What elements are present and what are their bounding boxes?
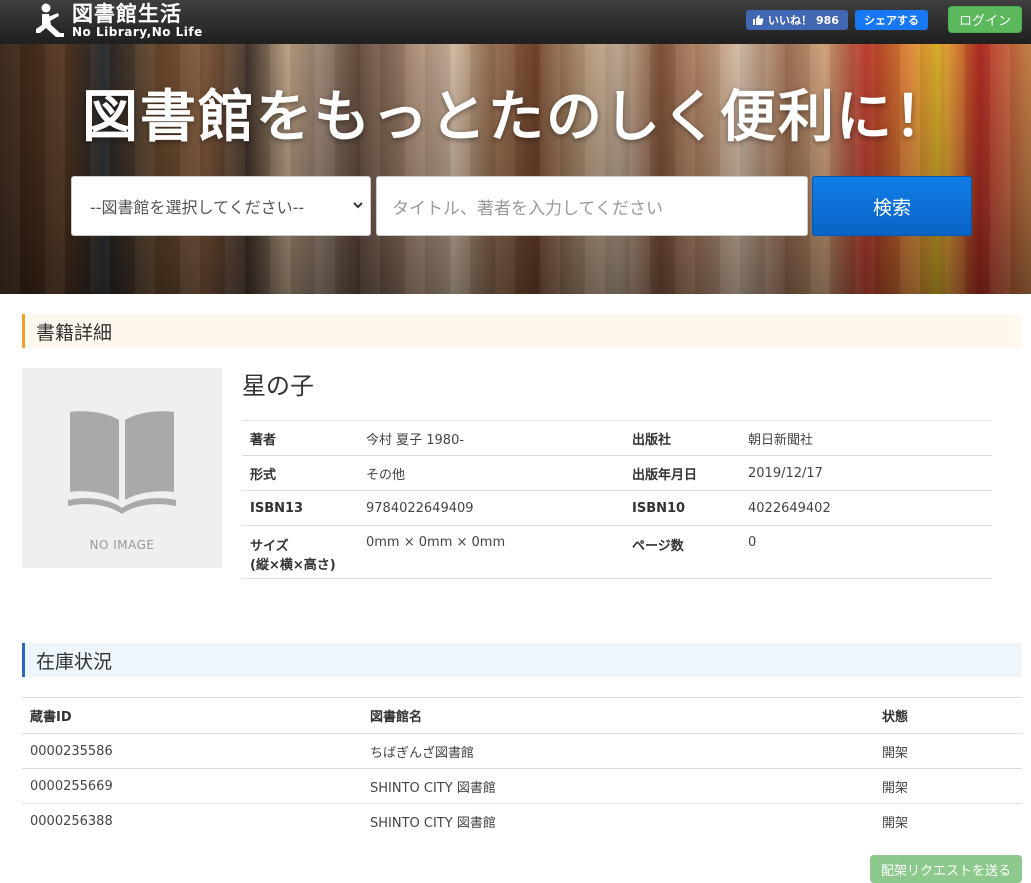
- publish-date-label: 出版年月日: [624, 455, 740, 491]
- site-title: 図書館生活: [72, 2, 182, 26]
- stock-table: 蔵書ID 図書館名 状態 0000235586 ちばぎんざ図書館 開架 0000…: [22, 697, 1022, 839]
- site-subtitle: No Library,No Life: [72, 25, 203, 39]
- isbn10-label: ISBN10: [624, 490, 740, 526]
- stock-library: SHINTO CITY 図書館: [370, 815, 496, 831]
- shelf-request-button[interactable]: 配架リクエストを送る: [870, 855, 1022, 883]
- facebook-share-button[interactable]: シェアする: [855, 10, 928, 30]
- facebook-like-button[interactable]: いいね！ 986: [746, 10, 848, 30]
- isbn13-value: 9784022649409: [358, 490, 624, 526]
- search-button[interactable]: 検索: [812, 176, 972, 236]
- column-header-status: 状態: [874, 697, 1022, 734]
- format-value: その他: [358, 455, 624, 491]
- size-value: 0mm × 0mm × 0mm: [358, 525, 624, 579]
- book-detail-table: 著者 今村 夏子 1980- 出版社 朝日新聞社 形式 その他 出版年月日 20…: [242, 420, 992, 579]
- site-logo[interactable]: 図書館生活 No Library,No Life: [34, 3, 203, 39]
- search-input[interactable]: タイトル、著者を入力してください: [376, 176, 808, 236]
- author-label: 著者: [242, 420, 358, 456]
- page-count-value: 0: [740, 525, 992, 579]
- size-label: サイズ (縦×横×高さ): [242, 525, 358, 579]
- stock-status: 開架: [874, 768, 1022, 804]
- like-label: いいね！: [768, 14, 812, 27]
- hero-headline: 図書館をもっとたのしく便利に！: [82, 85, 952, 150]
- table-row: 0000235586 ちばぎんざ図書館 開架: [22, 733, 1022, 769]
- table-row: 0000255669 SHINTO CITY 図書館 開架: [22, 768, 1022, 804]
- book-detail-heading: 書籍詳細: [22, 314, 1022, 348]
- login-button[interactable]: ログイン: [948, 6, 1022, 33]
- publisher-label: 出版社: [624, 420, 740, 456]
- stock-status: 開架: [874, 733, 1022, 769]
- page-count-label: ページ数: [624, 525, 740, 579]
- no-image-label: NO IMAGE: [89, 538, 155, 552]
- detail-row: サイズ (縦×横×高さ) 0mm × 0mm × 0mm ページ数 0: [242, 525, 992, 579]
- like-count: 986: [816, 13, 839, 27]
- reading-person-icon: [36, 3, 64, 37]
- stock-id: 0000256388: [30, 813, 113, 829]
- hero-banner: 図書館をもっとたのしく便利に！ --図書館を選択してください-- タイトル、著者…: [0, 44, 1031, 294]
- stock-header-row: 蔵書ID 図書館名 状態: [22, 697, 1022, 734]
- publish-date-value: 2019/12/17: [740, 455, 992, 491]
- top-navbar: 図書館生活 No Library,No Life いいね！ 986 シェアする …: [0, 0, 1031, 44]
- detail-row: ISBN13 9784022649409 ISBN10 4022649402: [242, 490, 992, 526]
- stock-status: 開架: [882, 815, 909, 831]
- column-header-library: 図書館名: [362, 697, 874, 734]
- table-row: 0000256388 SHINTO CITY 図書館 開架: [22, 804, 1022, 839]
- chevron-down-icon: [353, 202, 363, 209]
- author-value: 今村 夏子 1980-: [358, 420, 624, 456]
- format-label: 形式: [242, 455, 358, 491]
- stock-library: ちばぎんざ図書館: [362, 733, 874, 769]
- book-cover-placeholder: NO IMAGE: [22, 368, 222, 568]
- stock-library: SHINTO CITY 図書館: [362, 768, 874, 804]
- book-title: 星の子: [242, 372, 314, 400]
- publisher-value: 朝日新聞社: [740, 420, 992, 456]
- size-label-sub: (縦×横×高さ): [250, 558, 336, 573]
- isbn13-label: ISBN13: [242, 490, 358, 526]
- detail-row: 形式 その他 出版年月日 2019/12/17: [242, 455, 992, 491]
- stock-status-heading: 在庫状況: [22, 643, 1022, 677]
- library-select-value: --図書館を選択してください--: [90, 198, 305, 217]
- library-select[interactable]: --図書館を選択してください--: [71, 176, 371, 236]
- open-book-icon: [68, 411, 176, 514]
- stock-id: 0000235586: [22, 733, 362, 769]
- column-header-id: 蔵書ID: [22, 697, 362, 734]
- size-label-main: サイズ: [250, 539, 289, 554]
- detail-row: 著者 今村 夏子 1980- 出版社 朝日新聞社: [242, 420, 992, 456]
- stock-id: 0000255669: [22, 768, 362, 804]
- isbn10-value: 4022649402: [740, 490, 992, 526]
- thumbs-up-icon: [753, 15, 764, 25]
